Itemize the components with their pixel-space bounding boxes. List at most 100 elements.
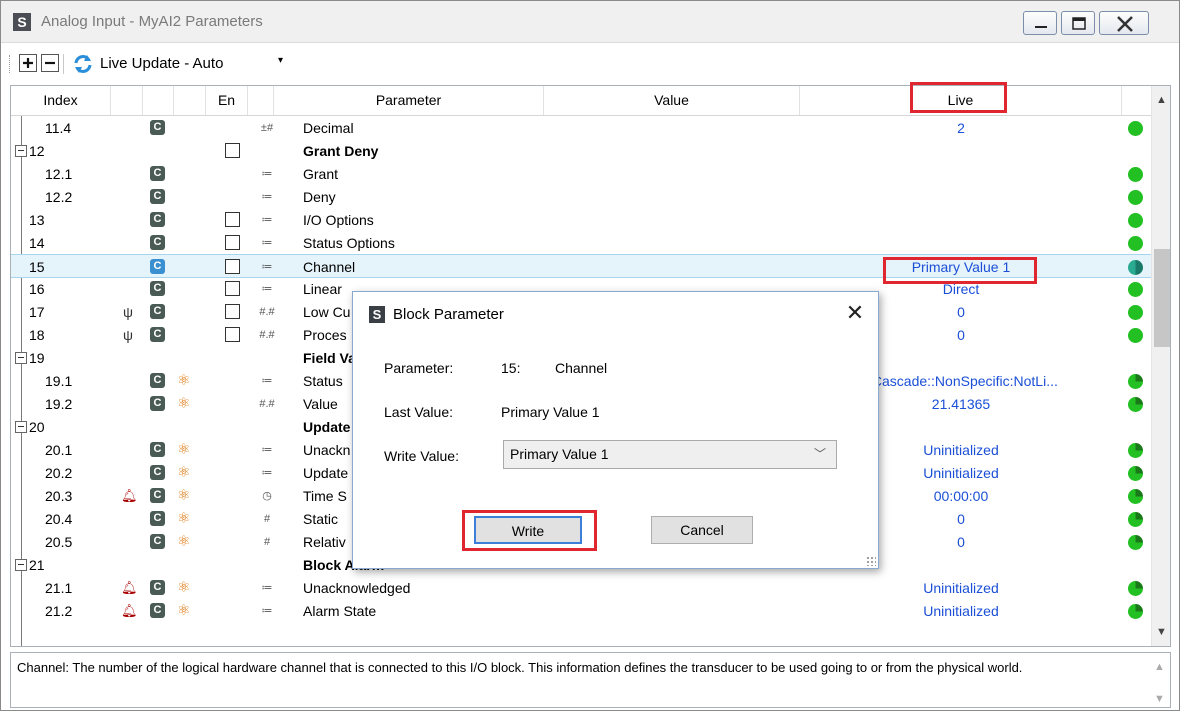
list-type-icon: ≔ — [261, 582, 273, 594]
scroll-thumb[interactable] — [1154, 249, 1170, 347]
refresh-icon[interactable] — [71, 52, 95, 76]
live-header-highlight — [910, 82, 1007, 113]
chevron-down-icon: ﹀ — [813, 447, 826, 461]
status-dot-icon — [1128, 260, 1143, 275]
table-row[interactable]: 21.1 🔔︎ C ⚛ ≔ Unacknowledged Uninitializ… — [11, 576, 1151, 600]
status-dot-icon — [1128, 213, 1143, 228]
enable-checkbox[interactable] — [225, 235, 240, 250]
table-row[interactable]: 11.4 C ±# Decimal 2 — [11, 116, 1151, 140]
enable-checkbox[interactable] — [225, 304, 240, 319]
close-button[interactable] — [1099, 11, 1149, 35]
row-index: 12.2 — [45, 185, 135, 209]
write-value-label: Write Value: — [384, 448, 459, 464]
enable-checkbox[interactable] — [225, 212, 240, 227]
column-index[interactable]: Index — [11, 86, 111, 115]
row-live-value[interactable]: 2 — [801, 116, 1121, 140]
expand-all-button[interactable] — [19, 54, 37, 72]
row-live-value[interactable]: Uninitialized — [801, 599, 1121, 623]
row-index: 19.1 — [45, 369, 135, 393]
description-scrollbar[interactable]: ▲ ▼ — [1150, 653, 1168, 707]
minimize-icon — [1035, 26, 1047, 28]
config-badge: C — [150, 396, 165, 411]
row-index: 19.2 — [45, 392, 135, 416]
row-index: 14 — [29, 231, 119, 255]
config-badge: C — [150, 534, 165, 549]
column-blank-1[interactable] — [111, 86, 143, 115]
table-row[interactable]: 12 Grant Deny — [11, 139, 1151, 163]
row-parameter: I/O Options — [303, 212, 374, 228]
scroll-up-icon[interactable]: ▲ — [1154, 657, 1165, 678]
table-row[interactable]: 14 C ≔ Status Options — [11, 231, 1151, 255]
enable-checkbox[interactable] — [225, 143, 240, 158]
config-badge: C — [150, 281, 165, 296]
row-index: 20.5 — [45, 530, 135, 554]
config-badge: C — [150, 327, 165, 342]
block-parameter-dialog: S Block Parameter ✕ Parameter: 15: Chann… — [352, 291, 879, 569]
table-row[interactable]: 12.1 C ≔ Grant — [11, 162, 1151, 186]
config-badge: C — [150, 212, 165, 227]
config-badge: C — [150, 511, 165, 526]
scroll-down-icon[interactable]: ▼ — [1154, 689, 1165, 710]
float-type-icon: #.# — [259, 306, 275, 318]
row-parameter: Grant — [303, 166, 339, 182]
collapse-node-icon[interactable] — [15, 352, 27, 364]
row-live-value[interactable]: Uninitialized — [801, 576, 1121, 600]
config-badge: C — [150, 304, 165, 319]
column-en[interactable]: En — [206, 86, 248, 115]
resize-grip-icon[interactable] — [866, 556, 876, 566]
config-badge: C — [150, 465, 165, 480]
minus-icon — [45, 61, 55, 65]
toolbar-grip[interactable] — [9, 55, 12, 73]
row-index: 13 — [29, 208, 119, 232]
status-dot-icon — [1128, 466, 1143, 481]
atom-icon: ⚛ — [177, 464, 191, 481]
config-badge: C — [150, 580, 165, 595]
list-type-icon: ≔ — [261, 467, 273, 479]
cancel-button[interactable]: Cancel — [651, 516, 753, 544]
row-parameter: Status Options — [303, 235, 395, 251]
column-blank-2[interactable] — [143, 86, 174, 115]
status-dot-icon — [1128, 535, 1143, 550]
toolbar-separator — [63, 54, 64, 74]
status-dot-icon — [1128, 282, 1143, 297]
close-icon[interactable]: ✕ — [843, 302, 867, 326]
maximize-button[interactable] — [1061, 11, 1095, 35]
enable-checkbox[interactable] — [225, 259, 240, 274]
table-row[interactable]: 21.2 🔔︎ C ⚛ ≔ Alarm State Uninitialized — [11, 599, 1151, 623]
alarm-bell-icon: 🔔︎ — [121, 603, 138, 618]
atom-icon: ⚛ — [177, 441, 191, 458]
column-parameter[interactable]: Parameter — [274, 86, 544, 115]
row-index: 21 — [29, 557, 45, 573]
minimize-button[interactable] — [1023, 11, 1057, 35]
column-value[interactable]: Value — [544, 86, 800, 115]
scroll-down-icon[interactable]: ▼ — [1156, 626, 1167, 638]
row-index: 20.2 — [45, 461, 135, 485]
atom-icon: ⚛ — [177, 579, 191, 596]
atom-icon: ⚛ — [177, 487, 191, 504]
vertical-scrollbar[interactable]: ▲ ▼ — [1151, 86, 1170, 646]
scroll-up-icon[interactable]: ▲ — [1156, 94, 1167, 106]
column-blank-3[interactable] — [174, 86, 206, 115]
dropdown-arrow-icon[interactable]: ▾ — [278, 55, 283, 66]
status-dot-icon — [1128, 397, 1143, 412]
column-type[interactable] — [248, 86, 274, 115]
title-bar: S Analog Input - MyAI2 Parameters — [1, 1, 1179, 43]
collapse-all-button[interactable] — [41, 54, 59, 72]
atom-icon: ⚛ — [177, 510, 191, 527]
live-update-menu[interactable]: Live Update - Auto — [100, 55, 223, 72]
enable-checkbox[interactable] — [225, 281, 240, 296]
row-parameter: Deny — [303, 189, 336, 205]
list-type-icon: ≔ — [261, 261, 273, 273]
table-row[interactable]: 12.2 C ≔ Deny — [11, 185, 1151, 209]
collapse-node-icon[interactable] — [15, 145, 27, 157]
enable-checkbox[interactable] — [225, 327, 240, 342]
parameter-name: Channel — [555, 360, 608, 376]
collapse-node-icon[interactable] — [15, 559, 27, 571]
status-dot-icon — [1128, 121, 1143, 136]
collapse-node-icon[interactable] — [15, 421, 27, 433]
config-badge: C — [150, 259, 165, 274]
alarm-bell-icon: 🔔︎ — [121, 580, 138, 595]
status-dot-icon — [1128, 328, 1143, 343]
write-value-select[interactable]: Primary Value 1 ﹀ — [503, 440, 837, 469]
table-row[interactable]: 13 C ≔ I/O Options — [11, 208, 1151, 232]
